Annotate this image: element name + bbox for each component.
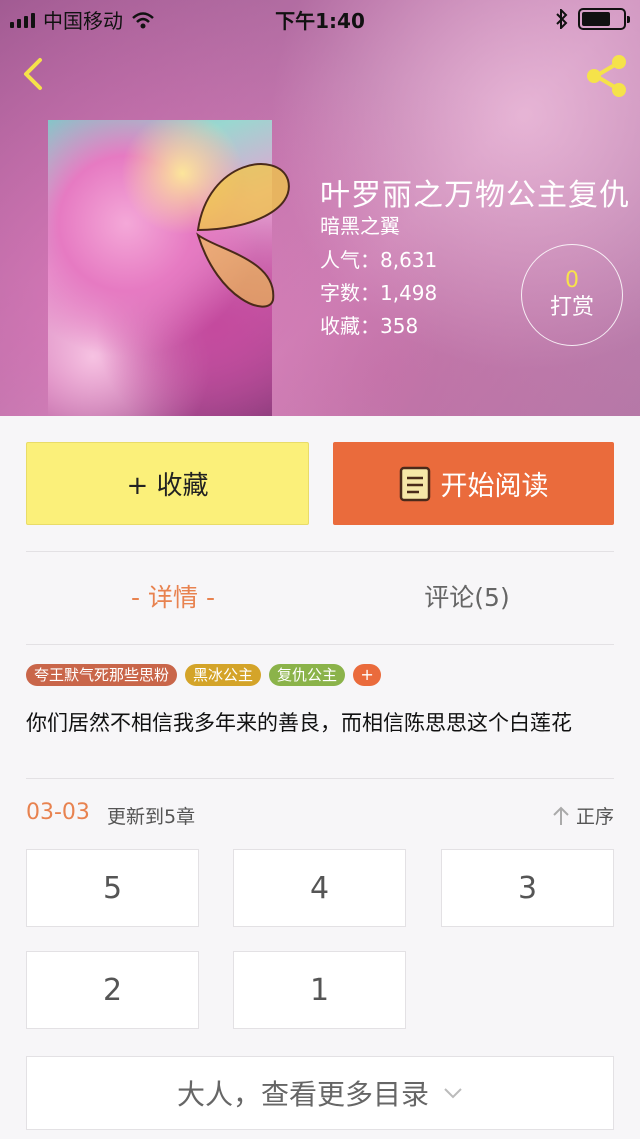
- tag-list: 夸王默气死那些思粉 黑冰公主 复仇公主 +: [26, 664, 382, 686]
- share-icon[interactable]: [582, 52, 630, 100]
- status-bar: 中国移动 下午1:40: [0, 0, 640, 36]
- tag-item[interactable]: 夸王默气死那些思粉: [26, 664, 178, 686]
- popularity-label: 人气：: [320, 248, 380, 272]
- tip-label: 打赏: [549, 295, 594, 320]
- start-reading-label: 开始阅读: [440, 471, 549, 502]
- divider: [26, 778, 614, 779]
- back-icon[interactable]: [14, 54, 54, 94]
- chapter-item[interactable]: 1: [233, 951, 406, 1029]
- more-catalog-button[interactable]: 大人，查看更多目录: [26, 1056, 614, 1130]
- tab-comments[interactable]: 评论(5): [320, 578, 614, 614]
- book-description: 你们居然不相信我多年来的善良，而相信陈思思这个白莲花: [26, 711, 572, 735]
- book-header: 中国移动 下午1:40 叶罗丽之万物公主复仇 暗黑之翼 人气：8,631 字数：…: [0, 0, 640, 416]
- chapter-item[interactable]: 3: [441, 849, 614, 927]
- more-catalog-label: 大人，查看更多目录: [176, 1078, 429, 1111]
- tag-item[interactable]: 黑冰公主: [185, 664, 262, 686]
- popularity-value: 8,631: [380, 248, 438, 272]
- add-favorite-label: + 收藏: [126, 471, 209, 501]
- chapter-item[interactable]: 2: [26, 951, 199, 1029]
- bluetooth-icon: [556, 9, 568, 29]
- tag-item[interactable]: 复仇公主: [269, 664, 346, 686]
- book-cover-image: [48, 120, 290, 416]
- chapter-item[interactable]: 4: [233, 849, 406, 927]
- tip-button[interactable]: 0 打赏: [521, 244, 623, 346]
- sort-order-label: 正序: [575, 806, 614, 828]
- status-time: 下午1:40: [275, 9, 365, 33]
- add-tag-button[interactable]: +: [353, 664, 382, 686]
- book-icon: [399, 466, 430, 501]
- stat-popularity: 人气：8,631: [320, 244, 437, 273]
- words-label: 字数：: [320, 281, 380, 305]
- book-author[interactable]: 暗黑之翼: [320, 210, 400, 239]
- favorites-value: 358: [380, 314, 419, 338]
- favorites-label: 收藏：: [320, 314, 380, 338]
- battery-icon: [578, 8, 630, 30]
- start-reading-button[interactable]: 开始阅读: [333, 442, 614, 525]
- sort-order-button[interactable]: 正序: [552, 802, 614, 829]
- stat-favorites: 收藏：358: [320, 310, 418, 339]
- divider: [26, 551, 614, 552]
- update-text: 更新到5章: [107, 806, 196, 828]
- tab-detail[interactable]: - 详情 -: [26, 578, 320, 614]
- chevron-down-icon: [444, 1088, 462, 1099]
- add-favorite-button[interactable]: + 收藏: [26, 442, 309, 525]
- chapter-item[interactable]: 5: [26, 849, 199, 927]
- sort-up-icon: [553, 806, 569, 825]
- stat-words: 字数：1,498: [320, 277, 437, 306]
- cover-wing-illustration: [196, 163, 290, 308]
- book-title: 叶罗丽之万物公主复仇: [320, 178, 630, 213]
- tip-count: 0: [565, 268, 579, 293]
- words-value: 1,498: [380, 281, 438, 305]
- divider: [26, 644, 614, 645]
- update-date: 03-03: [26, 800, 90, 825]
